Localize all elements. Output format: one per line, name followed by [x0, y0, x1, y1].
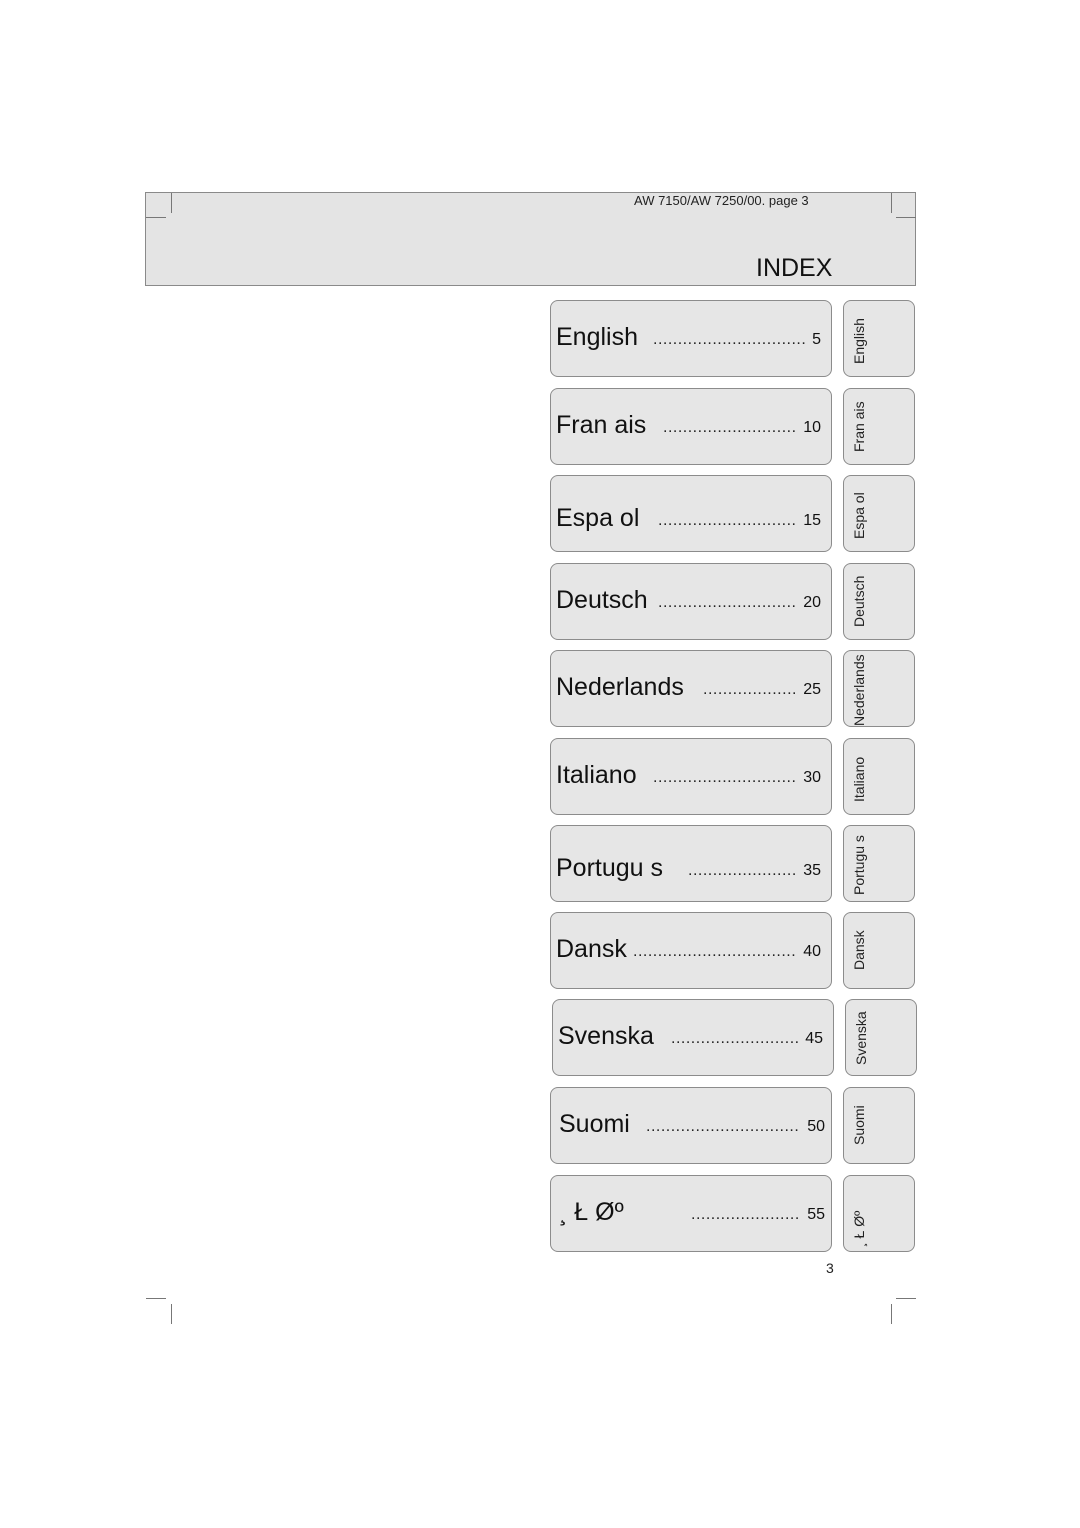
entry-page: 45	[805, 1030, 823, 1047]
index-row-espanol: Espa ol ............................ 15 …	[550, 475, 916, 552]
leader-dots: ...................	[703, 681, 797, 698]
crop-mark	[146, 217, 166, 218]
entry-page: 15	[803, 512, 821, 529]
index-entry[interactable]: ¸ Ł Øº ...................... 55	[550, 1175, 832, 1252]
entry-language: Nederlands	[556, 673, 684, 701]
crop-mark	[896, 1298, 916, 1299]
index-row-dansk: Dansk ................................. …	[550, 912, 916, 989]
index-entry[interactable]: Suomi ............................... 50	[550, 1087, 832, 1164]
index-row-nederlands: Nederlands ................... 25 Nederl…	[550, 650, 916, 727]
index-entry[interactable]: Svenska .......................... 45	[552, 999, 834, 1076]
tab-label: Portugu s	[851, 835, 867, 895]
entry-page: 10	[803, 419, 821, 436]
index-row-suomi: Suomi ............................... 50…	[550, 1087, 916, 1164]
tab-label: Dansk	[851, 930, 867, 970]
entry-page: 35	[803, 862, 821, 879]
entry-language: Svenska	[558, 1022, 654, 1050]
entry-page: 25	[803, 681, 821, 698]
crop-mark	[171, 1304, 172, 1324]
tab-label: Italiano	[851, 756, 867, 802]
entry-page: 20	[803, 594, 821, 611]
language-tab[interactable]: Suomi	[843, 1087, 915, 1164]
language-tab[interactable]: English	[843, 300, 915, 377]
entry-page: 40	[803, 943, 821, 960]
entry-language: Italiano	[556, 761, 637, 789]
entry-language: Fran ais	[556, 411, 647, 439]
entry-page: 30	[803, 769, 821, 786]
entry-language: Portugu s	[556, 854, 664, 882]
index-row-svenska: Svenska .......................... 45 Sv…	[552, 999, 918, 1076]
crop-mark	[171, 193, 172, 213]
tab-label: Suomi	[851, 1105, 867, 1145]
language-tab[interactable]: Italiano	[843, 738, 915, 815]
page-number: 3	[826, 1260, 834, 1276]
language-tab[interactable]: Nederlands	[843, 650, 915, 727]
index-entry[interactable]: Italiano ............................. 3…	[550, 738, 832, 815]
tab-label: Espa ol	[851, 492, 867, 539]
language-tab[interactable]: Deutsch	[843, 563, 915, 640]
index-entry[interactable]: Dansk ................................. …	[550, 912, 832, 989]
index-entry[interactable]: Espa ol ............................ 15	[550, 475, 832, 552]
leader-dots: .............................	[653, 769, 797, 786]
tab-label: Svenska	[853, 1011, 869, 1065]
page-title: INDEX	[756, 254, 833, 282]
crop-mark	[891, 193, 892, 213]
leader-dots: ............................	[658, 512, 797, 529]
index-row-portugues: Portugu s ...................... 35 Port…	[550, 825, 916, 902]
language-tab[interactable]: Dansk	[843, 912, 915, 989]
tab-label: Nederlands	[851, 654, 867, 726]
entry-page: 5	[812, 331, 821, 348]
language-tab[interactable]: Portugu s	[843, 825, 915, 902]
index-row-greek: ¸ Ł Øº ...................... 55 ¸ Ł Øº	[550, 1175, 916, 1252]
crop-mark	[891, 1304, 892, 1324]
leader-dots: ...........................	[663, 419, 797, 436]
entry-language: ¸ Ł Øº	[559, 1198, 624, 1226]
index-entry[interactable]: Fran ais ........................... 10	[550, 388, 832, 465]
leader-dots: ......................	[688, 862, 797, 879]
language-tab[interactable]: Fran ais	[843, 388, 915, 465]
entry-language: Suomi	[559, 1110, 630, 1138]
entry-language: English	[556, 323, 638, 351]
language-tab[interactable]: Espa ol	[843, 475, 915, 552]
index-entry[interactable]: Deutsch ............................ 20	[550, 563, 832, 640]
leader-dots: ......................	[691, 1206, 800, 1223]
leader-dots: ..........................	[671, 1030, 800, 1047]
tab-label: ¸ Ł Øº	[851, 1210, 867, 1247]
leader-dots: ...............................	[646, 1118, 800, 1135]
leader-dots: ............................	[658, 594, 797, 611]
index-row-italiano: Italiano ............................. 3…	[550, 738, 916, 815]
leader-dots: .................................	[633, 943, 797, 960]
tab-label: English	[851, 318, 867, 364]
crop-mark	[896, 217, 916, 218]
entry-language: Dansk	[556, 935, 627, 963]
leader-dots: ...............................	[653, 331, 807, 348]
index-entry[interactable]: Portugu s ...................... 35	[550, 825, 832, 902]
index-row-english: English ............................... …	[550, 300, 916, 377]
index-entry[interactable]: Nederlands ................... 25	[550, 650, 832, 727]
crop-mark	[146, 1298, 166, 1299]
entry-page: 55	[807, 1206, 825, 1223]
language-tab[interactable]: ¸ Ł Øº	[843, 1175, 915, 1252]
index-row-francais: Fran ais ........................... 10 …	[550, 388, 916, 465]
tab-label: Deutsch	[851, 575, 867, 627]
entry-page: 50	[807, 1118, 825, 1135]
entry-language: Espa ol	[556, 504, 640, 532]
language-tab[interactable]: Svenska	[845, 999, 917, 1076]
index-row-deutsch: Deutsch ............................ 20 …	[550, 563, 916, 640]
entry-language: Deutsch	[556, 586, 648, 614]
document-reference: AW 7150/AW 7250/00. page 3	[634, 193, 809, 208]
tab-label: Fran ais	[851, 401, 867, 452]
index-entry[interactable]: English ............................... …	[550, 300, 832, 377]
